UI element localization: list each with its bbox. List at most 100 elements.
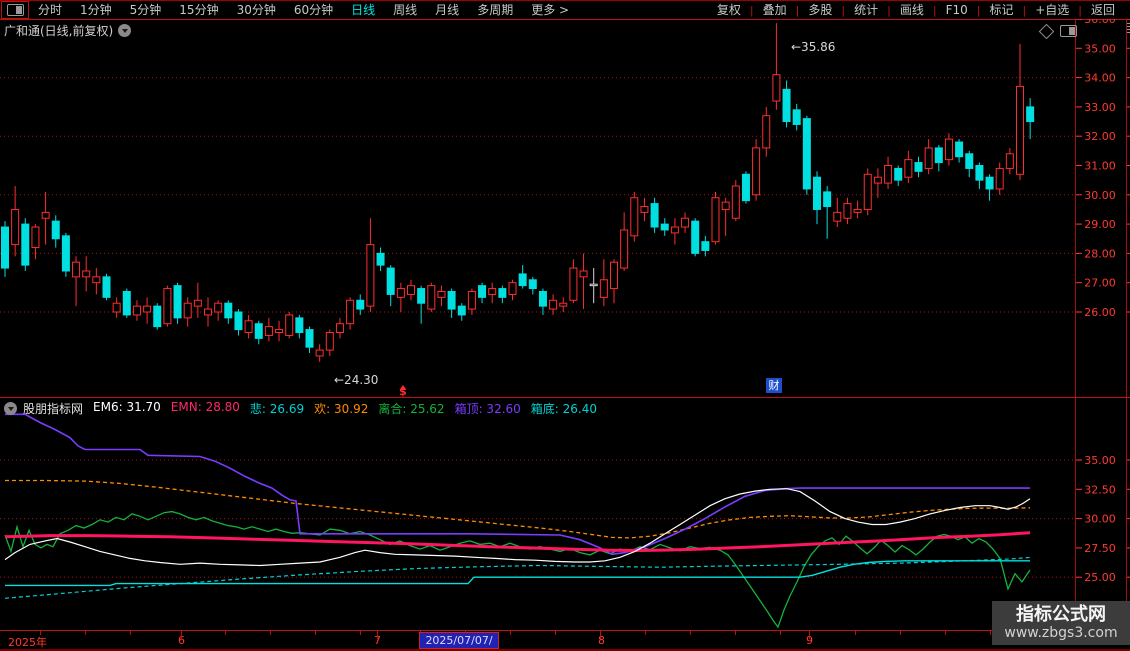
candle-body [183,302,192,319]
price-axis-label: 26.00 [1084,306,1116,319]
candle-body [214,302,223,313]
candle-body [721,201,730,210]
indicator-value: EMN: 28.80 [170,400,240,414]
indicator-chevron-icon[interactable] [4,402,17,415]
candle-body [894,167,903,181]
indicator-value: 欢: 30.92 [314,402,369,416]
candle-body [711,197,720,243]
price-annotation: ←35.86 [791,40,835,54]
axis-divider-line [1075,19,1076,630]
indicator-line-EMN [4,531,1031,553]
tdx-chart-window: 分时 1分钟 5分钟 15分钟 30分钟 60分钟 日线 周线 月线 多周期 更多 > 复权 | 叠加 |… [0,0,1130,651]
minor-tick [855,631,856,635]
candle-body [640,206,649,213]
pane-separator [0,397,1130,398]
watermark: 指标公式网 www.zbgs3.com [992,601,1130,645]
right-edge-line [1126,19,1127,630]
tool-item[interactable]: F10 [937,2,977,19]
tool-item[interactable]: 统计 [845,2,887,19]
candle-body [325,332,334,351]
news-badge[interactable]: 财 [766,378,782,393]
candle-body [447,290,456,310]
candle-body [193,299,202,307]
tool-item[interactable]: 画线 [891,2,933,19]
candle-body [762,115,771,149]
period-menu: 分时 1分钟 5分钟 15分钟 30分钟 60分钟 日线 周线 月线 多周期 更多 > [0,1,578,19]
candle-body [244,320,253,334]
chevron-down-icon[interactable] [118,24,132,37]
period-item[interactable]: 日线 [342,3,384,17]
candle-body [752,147,761,196]
period-item[interactable]: 30分钟 [228,3,285,17]
tool-item[interactable]: +自选 [1026,2,1078,19]
indicator-header: 股朋指标网 EM6: 31.70 EMN: 28.80 悲: 26.69 欢: 30.… [4,400,607,417]
minor-tick [555,631,556,635]
period-item[interactable]: 多周期 [468,3,522,17]
candle-body [122,290,131,316]
tool-item[interactable]: 复权 [708,2,750,19]
candle-body [802,118,811,190]
candlestick-chart: 36.00 35.00 34.00 33.00 32.00 31.00 30.00 29.00… [0,19,1130,397]
indicator-line-离合 [4,510,1031,629]
candle-body [72,261,81,278]
candle-body [11,208,20,246]
candle-body [335,323,344,334]
candle-body [467,290,476,310]
indicator-value: 箱顶: 32.60 [454,402,521,416]
period-item[interactable]: 60分钟 [285,3,342,17]
candle-body [396,288,405,298]
minor-tick [990,631,991,635]
year-label: 2025年 [8,636,47,649]
price-axis-label: 31.00 [1084,160,1116,173]
period-item[interactable]: 月线 [426,3,468,17]
period-item[interactable]: 5分钟 [121,3,171,17]
indicator-chart: 35.00 32.50 30.00 27.50 25.00 [0,413,1130,629]
candle-body [508,282,517,295]
candle-body [376,252,385,266]
candle-body [407,285,415,295]
watermark-title: 指标公式网 [1016,604,1106,625]
minor-tick [40,631,41,635]
tool-item[interactable]: 叠加 [754,2,796,19]
minor-tick [690,631,691,635]
period-item[interactable]: 分时 [29,3,71,17]
candle-body [386,267,395,295]
minor-tick [315,631,316,635]
indicator-line-欢 [5,479,1031,539]
candle-body [1016,85,1024,175]
period-item[interactable]: 周线 [384,3,426,17]
indicator-value: EM6: 31.70 [93,400,161,414]
candle-body [132,305,141,316]
candle-body [488,288,497,295]
candle-body [92,276,101,284]
pane-split-icon[interactable] [1060,25,1077,37]
candle-body [559,302,568,307]
period-item[interactable]: 更多 > [522,3,578,17]
tool-item[interactable]: 多股 [799,2,841,19]
candle-body [853,208,862,213]
candle-body [650,203,659,228]
candle-body [82,270,91,278]
candle-body [579,270,588,278]
candle-body [21,223,30,266]
split-screen-button[interactable] [1,1,29,19]
tool-item[interactable]: 返回 [1082,2,1124,19]
diamond-tool-icon[interactable] [1038,23,1055,39]
candle-body [254,323,263,339]
candle-body [264,326,273,336]
tool-item[interactable]: 标记 [980,2,1022,19]
candle-body [528,279,537,290]
candle-body [315,349,324,357]
annotation-arrow [778,42,788,65]
candle-body [437,290,446,298]
split-screen-icon [6,4,24,16]
candle-body [41,211,50,219]
period-item[interactable]: 15分钟 [170,3,227,17]
symbol-title: 广和通(日线,前复权) [4,22,132,39]
period-item[interactable]: 1分钟 [71,3,121,17]
price-axis-label: 36.00 [1084,19,1116,26]
candle-body [599,279,608,298]
price-axis-label: 29.00 [1084,218,1116,231]
candle-body [275,329,284,334]
candle-body [985,176,994,190]
